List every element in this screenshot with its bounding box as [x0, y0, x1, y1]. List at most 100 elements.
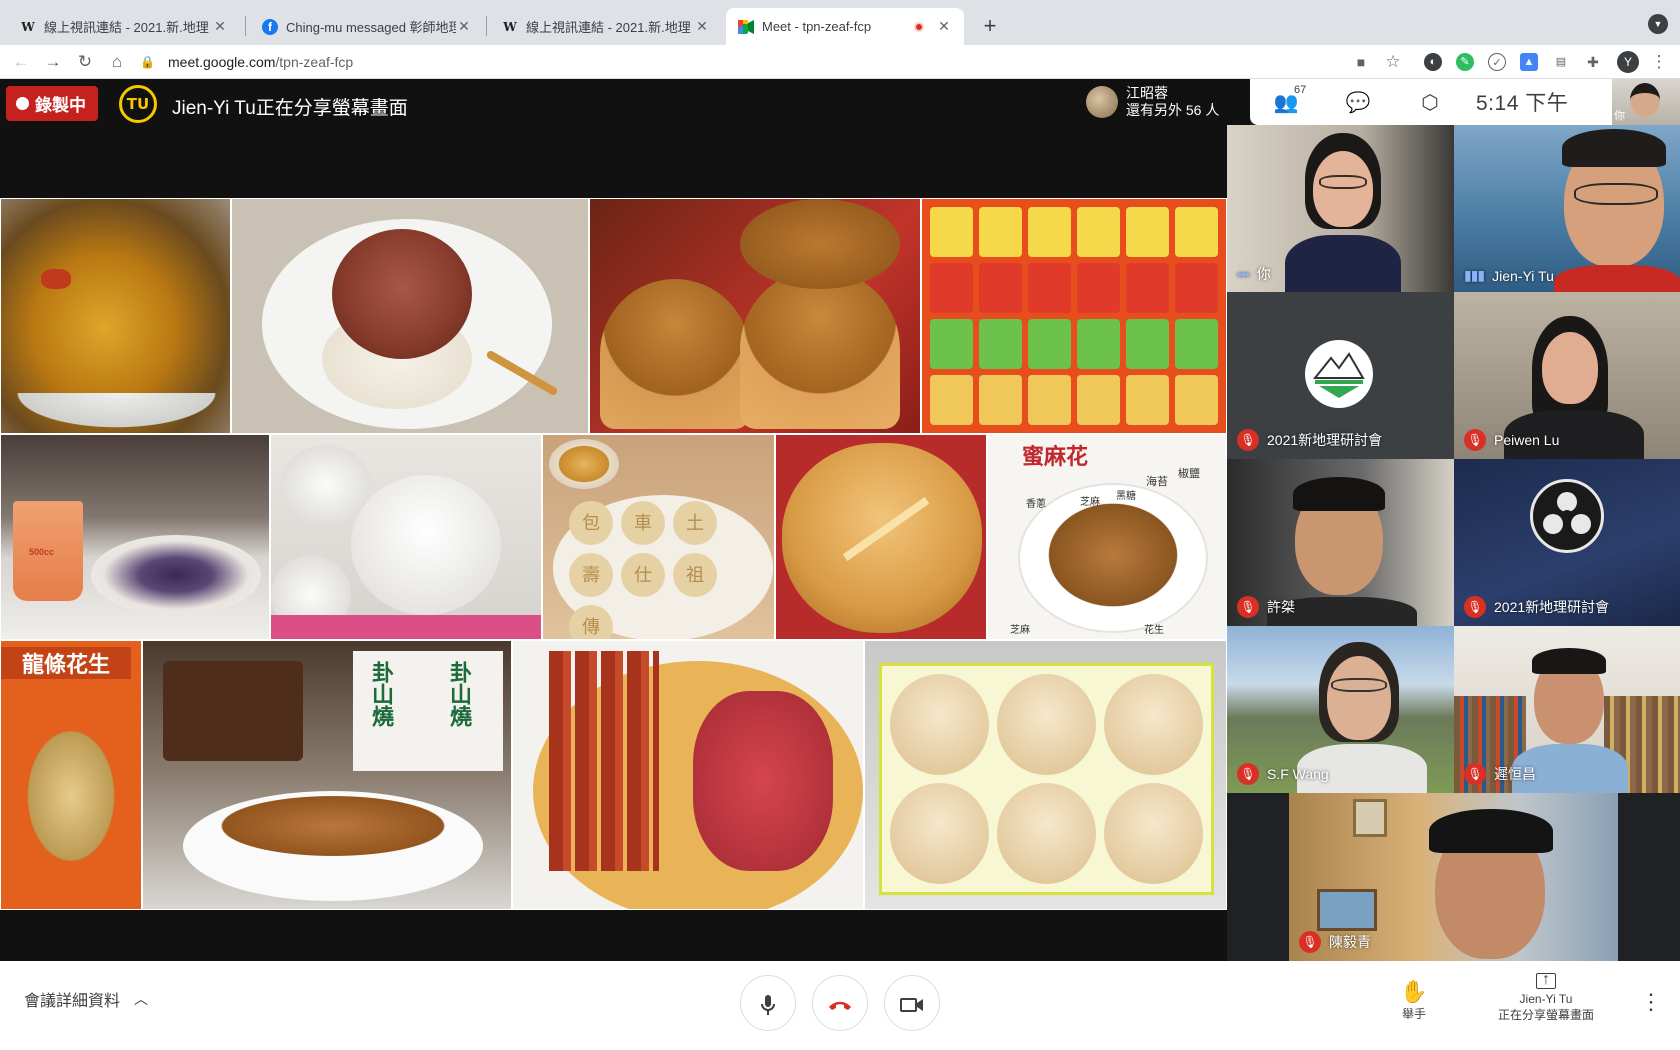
pastry-stamp: 傳 [569, 605, 613, 639]
mic-off-icon: 🎙 [1299, 931, 1321, 953]
peanut-bag-label: 龍條花生 [1, 647, 131, 679]
tile-label: 🎙 2021新地理研討會 [1464, 596, 1609, 618]
wikipedia-favicon-icon: W [21, 19, 35, 34]
chat-button[interactable]: 💬 [1322, 90, 1394, 115]
browser-tab[interactable]: f Ching-mu messaged 彰師地理系 ✕ [250, 8, 484, 45]
tab-title: 線上視訊連結 - 2021.新.地理 [526, 20, 691, 35]
food-photo-pastries: 包 車 土 壽 仕 祖 傳 [542, 434, 775, 640]
obs-logo-icon [1530, 479, 1604, 553]
food-photo-braised-pork-rice [231, 198, 589, 434]
google-meet-favicon-icon [738, 19, 754, 35]
pastry-stamp: 仕 [621, 553, 665, 597]
pocket-extension-icon[interactable]: ✓ [1488, 53, 1506, 71]
food-photo-mochi-box [921, 198, 1227, 434]
home-icon[interactable]: ⌂ [106, 51, 128, 73]
participant-tile[interactable]: 🎙 Peiwen Lu [1454, 292, 1680, 459]
pastry-stamp: 壽 [569, 553, 613, 597]
microphone-button[interactable] [740, 975, 796, 1031]
participant-tile[interactable]: 🎙 許桀 [1227, 459, 1454, 626]
activities-button[interactable]: ⬡ [1394, 90, 1466, 115]
puzzle-extensions-icon[interactable]: ✚ [1584, 53, 1602, 71]
chevron-up-icon: ︿ [134, 991, 149, 1007]
mic-off-icon: 🎙 [1464, 596, 1486, 618]
food-photo-peanut-bag: 龍條花生 [0, 640, 142, 910]
chat-icon: 💬 [1345, 91, 1371, 114]
present-now-button[interactable]: ↑ Jien-Yi Tu 正在分享螢幕畫面 [1486, 972, 1606, 1023]
browser-tab[interactable]: W 線上視訊連結 - 2021.新.地理 ✕ [8, 8, 240, 45]
browser-tab-bar: W 線上視訊連結 - 2021.新.地理 ✕ f Ching-mu messag… [0, 0, 1680, 45]
browser-tab-active[interactable]: Meet - tpn-zeaf-fcp ✕ [726, 8, 964, 45]
meeting-details-button[interactable]: 會議詳細資料 ︿ [24, 987, 148, 1011]
mic-off-icon: 🎙 [1464, 763, 1486, 785]
presentation-area: 錄製中 TU Jien-Yi Tu正在分享螢幕畫面 500cc 包 車 土 壽 … [0, 79, 1227, 961]
present-line2: 正在分享螢幕畫面 [1497, 1008, 1594, 1022]
mic-off-icon: 🎙 [1237, 763, 1259, 785]
camera-button[interactable] [884, 975, 940, 1031]
speaking-indicator-icon: ••• [1237, 266, 1250, 282]
close-tab-icon[interactable]: ✕ [694, 18, 710, 35]
participant-preview-bar[interactable]: 江昭蓉 還有另外 56 人 [1078, 79, 1250, 125]
pastry-stamp: 包 [569, 501, 613, 545]
mic-off-icon: 🎙 [1464, 429, 1486, 451]
participant-tile[interactable]: 🎙 S.F Wang [1227, 626, 1454, 793]
activities-icon: ⬡ [1421, 91, 1439, 114]
tab-separator [245, 16, 246, 36]
participant-name: 2021新地理研討會 [1494, 599, 1610, 615]
participant-tile[interactable]: 🎙 陳毅青 [1289, 793, 1618, 961]
shared-screen-content: 500cc 包 車 土 壽 仕 祖 傳 蜜麻花 海苔 椒鹽 芝麻 黑糖 香蔥 芝… [0, 198, 1227, 910]
tile-label: ••• 你 [1237, 264, 1271, 284]
address-bar[interactable]: 🔒 meet.google.com /tpn-zeaf-fcp [140, 48, 1390, 76]
close-tab-icon[interactable]: ✕ [936, 18, 952, 35]
more-options-icon[interactable]: ⋮ [1640, 989, 1662, 1015]
cap-extension-icon[interactable]: ▲ [1520, 53, 1538, 71]
tile-label: 🎙 Peiwen Lu [1464, 429, 1559, 451]
pastry-stamp: 車 [621, 501, 665, 545]
self-view-thumbnail[interactable]: 你 [1612, 79, 1680, 125]
url-path: /tpn-zeaf-fcp [275, 54, 354, 70]
presenting-label: Jien-Yi Tu正在分享螢幕畫面 [172, 98, 408, 119]
food-photo-shaved-ice: 500cc [0, 434, 270, 640]
close-tab-icon[interactable]: ✕ [456, 18, 472, 35]
microphone-icon [761, 995, 775, 1016]
browser-tab[interactable]: W 線上視訊連結 - 2021.新.地理 ✕ [490, 8, 722, 45]
tile-label: 🎙 遲恒昌 [1464, 763, 1536, 785]
profile-avatar[interactable]: Y [1617, 51, 1639, 73]
camera-in-use-icon[interactable]: ■ [1350, 51, 1372, 73]
food-photo-sun-cakes [864, 640, 1227, 910]
participant-name: 2021新地理研討會 [1267, 432, 1383, 448]
participant-tile[interactable]: 🎙 遲恒昌 [1454, 626, 1680, 793]
participant-tile[interactable]: ▮▮▮ Jien-Yi Tu [1454, 125, 1680, 292]
food-photo-steamed-buns [270, 434, 542, 640]
hang-up-button[interactable] [812, 975, 868, 1031]
participant-tile[interactable]: ••• 你 [1227, 125, 1454, 292]
mahua-label: 香蔥 [1026, 499, 1046, 510]
participant-tile[interactable]: 🎙 2021新地理研討會 [1454, 459, 1680, 626]
people-button[interactable]: 👥 67 [1250, 84, 1322, 115]
tile-label: 🎙 S.F Wang [1237, 763, 1329, 785]
food-photo-mahua: 蜜麻花 海苔 椒鹽 芝麻 黑糖 香蔥 芝麻 花生 [987, 434, 1227, 640]
evernote-extension-icon[interactable]: ✎ [1456, 53, 1474, 71]
back-arrow-icon[interactable]: ← [10, 51, 32, 73]
browser-menu-icon[interactable]: ⋮ [1648, 51, 1670, 73]
close-tab-icon[interactable]: ✕ [212, 18, 228, 35]
reload-icon[interactable]: ↻ [74, 51, 96, 73]
new-tab-button[interactable]: + [976, 12, 1004, 40]
raise-hand-button[interactable]: ✋ 舉手 [1384, 979, 1444, 1022]
pastry-stamp: 土 [673, 501, 717, 545]
forward-arrow-icon[interactable]: → [42, 51, 64, 73]
bookmark-star-icon[interactable]: ☆ [1382, 51, 1404, 73]
reader-extension-icon[interactable]: ▤ [1552, 53, 1570, 71]
mahua-label: 芝麻 [1080, 497, 1100, 508]
tab-search-icon[interactable]: ▼ [1648, 14, 1668, 34]
others-count-text: 還有另外 56 人 [1126, 102, 1220, 118]
present-line1: Jien-Yi Tu [1519, 992, 1573, 1006]
participant-tile[interactable]: 🎙 2021新地理研討會 [1227, 292, 1454, 459]
extension-icon[interactable]: ◐ [1424, 53, 1442, 71]
self-label: 你 [1614, 110, 1625, 122]
meeting-info-bar: 👥 67 💬 ⬡ 5:14 下午 [1250, 79, 1612, 125]
recording-label: 錄製中 [35, 96, 86, 115]
food-photo-meatball [0, 198, 231, 434]
tile-label: 🎙 許桀 [1237, 596, 1295, 618]
cake-box-label: 卦山燒 [447, 661, 472, 727]
wikipedia-favicon-icon: W [503, 19, 517, 34]
